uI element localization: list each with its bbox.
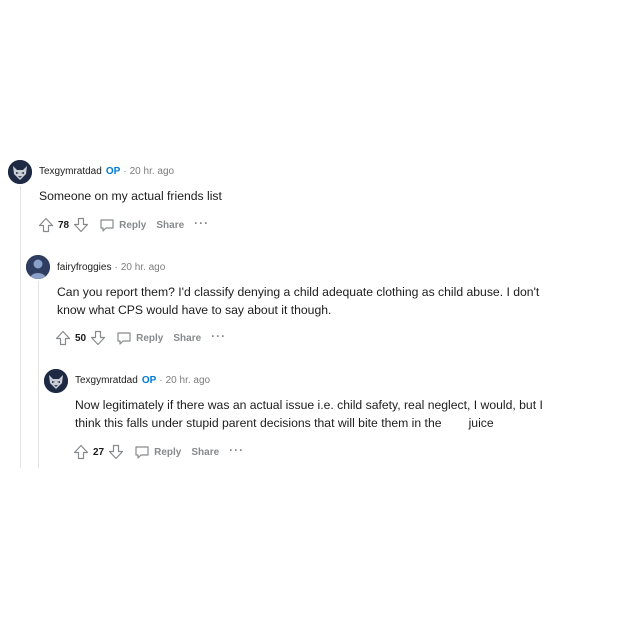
timestamp[interactable]: 20 hr. ago <box>121 262 165 273</box>
comment-meta: Texgymratdad OP · 20 hr. ago <box>39 165 174 179</box>
comment-actions: 78 Reply Share ··· <box>38 215 209 235</box>
downvote-icon[interactable] <box>108 444 124 460</box>
wolf-avatar-icon <box>44 369 68 393</box>
avatar[interactable] <box>44 369 68 393</box>
username[interactable]: fairyfroggies <box>57 262 111 273</box>
share-button[interactable]: Share <box>173 333 201 344</box>
reply-label: Reply <box>119 219 147 231</box>
thread-line-level-1[interactable] <box>38 281 39 468</box>
reply-button[interactable]: Reply <box>134 444 181 460</box>
meta-separator: · <box>123 166 127 177</box>
downvote-icon[interactable] <box>90 330 106 346</box>
share-button[interactable]: Share <box>191 447 219 458</box>
comment-bubble-icon <box>100 219 114 232</box>
comment-meta: Texgymratdad OP · 20 hr. ago <box>75 374 210 388</box>
comment-body: Someone on my actual friends list <box>39 187 599 205</box>
vote-score: 27 <box>93 446 105 458</box>
comment-line: think this falls under stupid parent dec… <box>75 416 494 430</box>
comment-line: know what CPS would have to say about it… <box>57 303 332 317</box>
upvote-icon[interactable] <box>73 444 89 460</box>
comment-body: Now legitimately if there was an actual … <box>75 396 605 432</box>
wolf-avatar-icon <box>8 160 32 184</box>
thread-line-root[interactable] <box>20 186 21 468</box>
reply-label: Reply <box>154 446 182 458</box>
meta-separator: · <box>114 262 118 273</box>
comment-line: Now legitimately if there was an actual … <box>75 398 543 412</box>
timestamp[interactable]: 20 hr. ago <box>166 375 210 386</box>
vote-score: 78 <box>58 219 70 231</box>
avatar[interactable] <box>8 160 32 184</box>
comment-line: Someone on my actual friends list <box>39 189 222 203</box>
more-dots-icon[interactable]: ··· <box>229 444 244 456</box>
vote-score: 50 <box>75 332 87 344</box>
comment-line: Can you report them? I'd classify denyin… <box>57 285 540 299</box>
reply-button[interactable]: Reply <box>116 330 163 346</box>
upvote-icon[interactable] <box>55 330 71 346</box>
avatar[interactable] <box>26 255 50 279</box>
downvote-icon[interactable] <box>73 217 89 233</box>
user-avatar-icon <box>26 255 50 279</box>
timestamp[interactable]: 20 hr. ago <box>130 166 174 177</box>
upvote-icon[interactable] <box>38 217 54 233</box>
op-badge: OP <box>141 375 157 386</box>
comment-meta: fairyfroggies · 20 hr. ago <box>57 261 165 275</box>
more-dots-icon[interactable]: ··· <box>194 217 209 229</box>
meta-separator: · <box>159 375 163 386</box>
username[interactable]: Texgymratdad <box>39 166 102 177</box>
more-dots-icon[interactable]: ··· <box>211 330 226 342</box>
comment-body: Can you report them? I'd classify denyin… <box>57 283 602 319</box>
comment-actions: 50 Reply Share ··· <box>55 328 226 348</box>
comment-bubble-icon <box>135 446 149 459</box>
share-button[interactable]: Share <box>156 220 184 231</box>
op-badge: OP <box>105 166 121 177</box>
comment-actions: 27 Reply Share ··· <box>73 442 244 462</box>
reply-button[interactable]: Reply <box>99 217 146 233</box>
username[interactable]: Texgymratdad <box>75 375 138 386</box>
reply-label: Reply <box>136 332 164 344</box>
comment-bubble-icon <box>117 332 131 345</box>
